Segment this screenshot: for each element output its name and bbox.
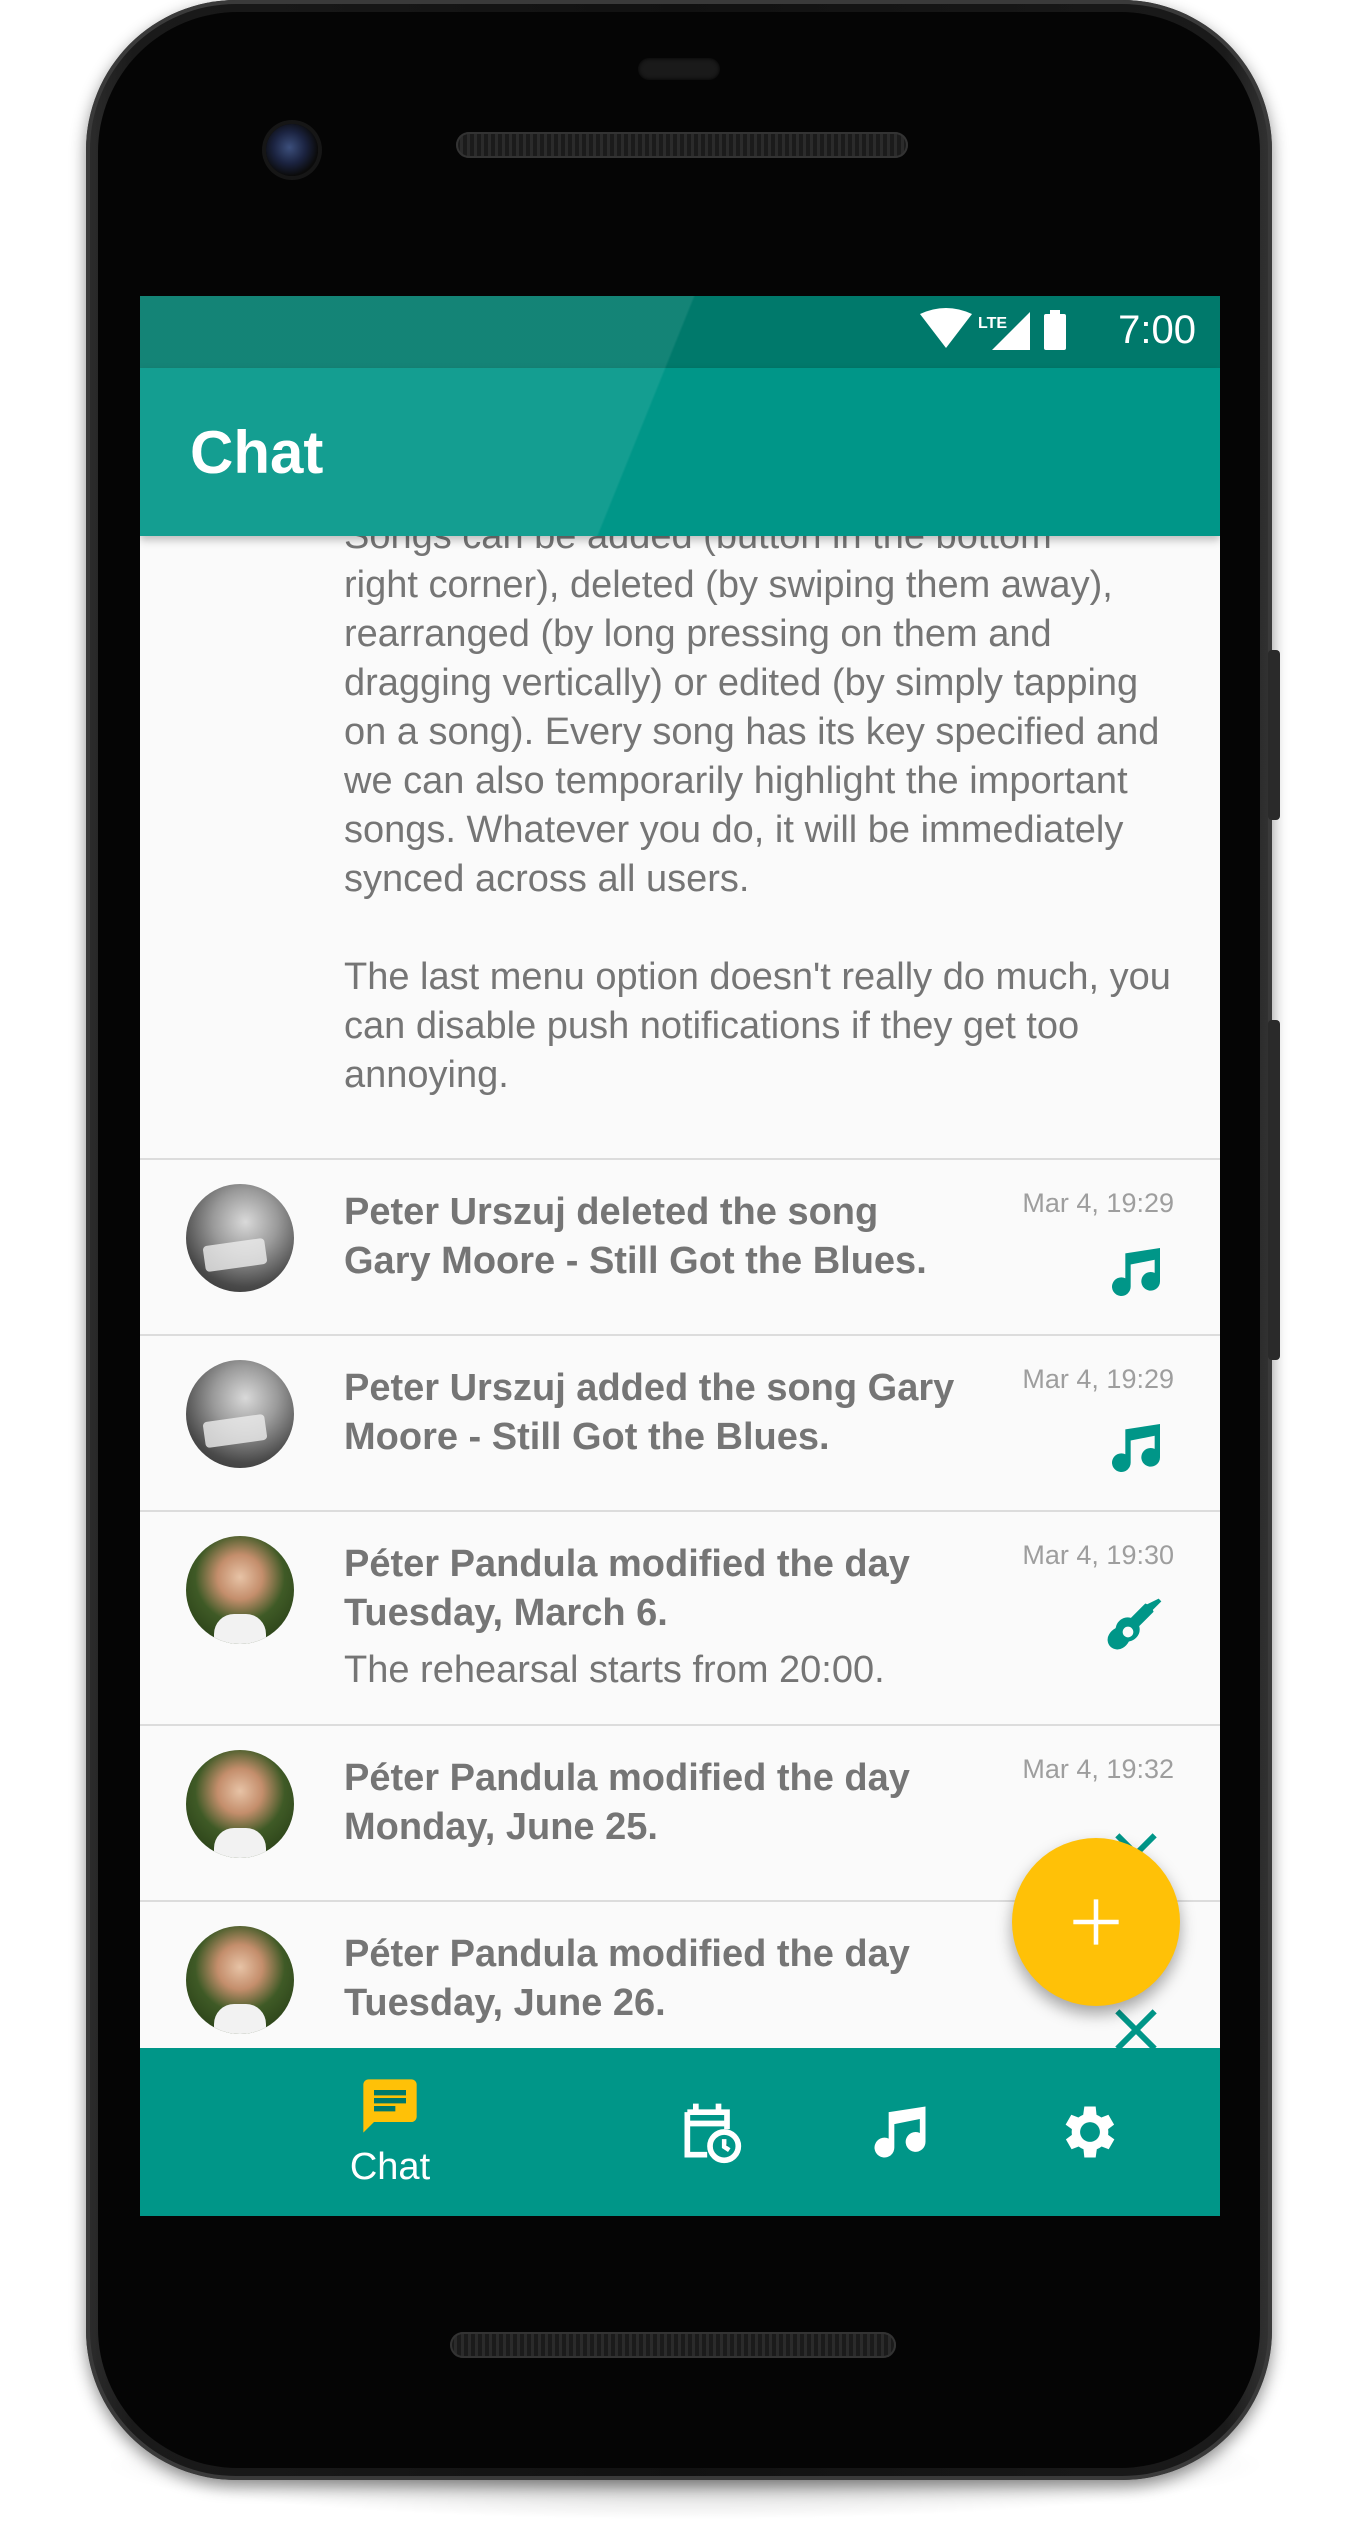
message-timestamp: Mar 4, 19:29: [1022, 1364, 1174, 1394]
gear-icon: [1065, 2106, 1115, 2158]
status-icons: LTE: [920, 308, 1070, 356]
volume-button: [1268, 650, 1280, 820]
nav-item-calendar[interactable]: [640, 2048, 780, 2216]
message-timestamp: Mar 4, 19:32: [1022, 1754, 1174, 1784]
intro-paragraph-1: right corner), deleted (by swiping them …: [344, 564, 1160, 900]
bottom-navigation: Chat: [140, 2048, 1220, 2216]
power-button: [1268, 1020, 1280, 1360]
status-time: 7:00: [1118, 308, 1196, 352]
message-text: Péter Pandula modified the day Tuesday, …: [344, 1543, 910, 1634]
message-timestamp: Mar 4, 19:30: [1022, 1540, 1174, 1570]
list-item[interactable]: Peter Urszuj deleted the song Gary Moore…: [140, 1158, 1220, 1336]
nav-item-songs[interactable]: [830, 2048, 970, 2216]
chat-icon: [363, 2079, 417, 2133]
chat-feed[interactable]: Songs can be added (button in the bottom…: [140, 536, 1220, 2048]
avatar: [186, 1926, 294, 2034]
avatar: [186, 1360, 294, 1468]
app-bar: Chat: [140, 368, 1220, 536]
status-bar: LTE 7:00: [140, 296, 1220, 368]
message-text: Peter Urszuj deleted the song Gary Moore…: [344, 1191, 927, 1282]
avatar: [186, 1750, 294, 1858]
list-item[interactable]: Péter Pandula modified the day Tuesday, …: [140, 1510, 1220, 1726]
nav-item-chat[interactable]: Chat: [290, 2048, 490, 2216]
message-timestamp: Mar 4, 19:29: [1022, 1188, 1174, 1218]
music-note-icon: [1112, 1248, 1160, 1297]
page-title: Chat: [190, 419, 324, 486]
wifi-icon: [920, 308, 972, 348]
add-song-button[interactable]: [1012, 1838, 1180, 2006]
bottom-speaker: [450, 2332, 896, 2358]
message-text: Peter Urszuj added the song Gary Moore -…: [344, 1367, 955, 1458]
music-note-icon: [1112, 1424, 1160, 1473]
intro-partial-line: Songs can be added (button in the bottom: [344, 536, 1052, 557]
nav-item-label: Chat: [349, 2146, 431, 2188]
top-speaker: [456, 132, 908, 158]
close-icon: [1115, 2009, 1157, 2048]
avatar: [186, 1536, 294, 1644]
guitar-icon: [1107, 1598, 1162, 1650]
calendar-clock-icon: [684, 2103, 742, 2164]
message-text: Péter Pandula modified the day Monday, J…: [344, 1757, 910, 1848]
message-note: The rehearsal starts from 20:00.: [344, 1649, 885, 1691]
music-note-icon: [874, 2106, 926, 2158]
proximity-sensor: [638, 58, 720, 80]
lte-label: LTE: [978, 315, 1007, 332]
intro-paragraph-2: The last menu option doesn't really do m…: [344, 956, 1171, 1096]
message-text: Péter Pandula modified the day Tuesday, …: [344, 1933, 910, 2024]
front-camera: [266, 124, 318, 176]
signal-icons: LTE: [920, 308, 1066, 350]
intro-message: Songs can be added (button in the bottom…: [344, 536, 1184, 1149]
nav-item-settings[interactable]: [1020, 2048, 1160, 2216]
app-screen: LTE 7:00 Chat Songs can be added (button…: [140, 296, 1220, 2216]
avatar: [186, 1184, 294, 1292]
battery-icon: [1044, 314, 1066, 350]
list-item[interactable]: Peter Urszuj added the song Gary Moore -…: [140, 1334, 1220, 1512]
plus-icon: [1073, 1899, 1119, 1945]
